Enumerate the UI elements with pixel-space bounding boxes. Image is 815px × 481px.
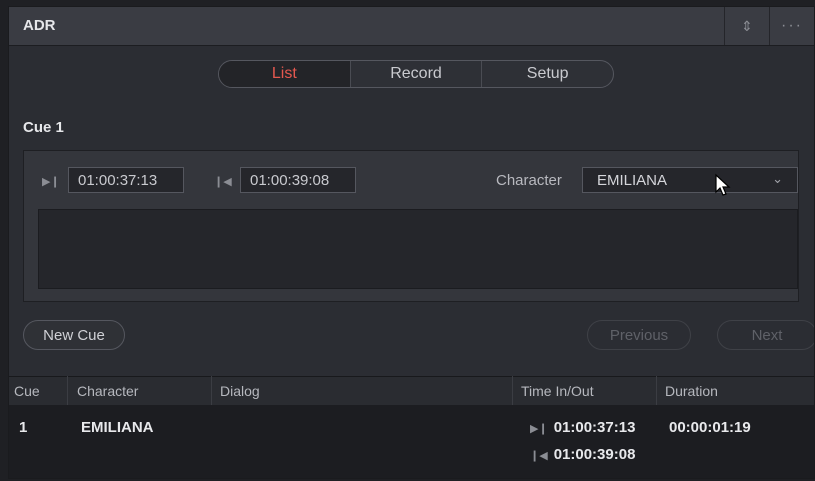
row-time-in-value: 01:00:37:13 bbox=[553, 419, 636, 436]
row-cue-number: 1 bbox=[19, 419, 28, 436]
row-time-out-value: 01:00:39:08 bbox=[553, 446, 636, 463]
mark-in-icon: ▶❙ bbox=[42, 176, 60, 188]
column-header-dialog[interactable]: Dialog bbox=[220, 383, 260, 399]
cue-table: Cue Character Dialog Time In/Out Duratio… bbox=[9, 376, 814, 478]
table-row[interactable]: 1 EMILIANA ▶❙ 01:00:37:13 ❙◀ 01:00:39:08 0… bbox=[9, 405, 814, 478]
row-time-in: ▶❙ 01:00:37:13 bbox=[530, 419, 635, 436]
cue-editor: ▶❙ 01:00:37:13 ❙◀ 01:00:39:08 Character … bbox=[23, 150, 799, 302]
column-header-character[interactable]: Character bbox=[77, 383, 138, 399]
new-cue-button[interactable]: New Cue bbox=[23, 320, 125, 350]
column-header-duration[interactable]: Duration bbox=[665, 383, 718, 399]
previous-button[interactable]: Previous bbox=[587, 320, 691, 350]
mode-tabs: List Record Setup bbox=[218, 60, 614, 88]
sort-button[interactable]: ⇕ bbox=[724, 7, 769, 45]
next-button[interactable]: Next bbox=[717, 320, 814, 350]
row-character: EMILIANA bbox=[81, 419, 154, 436]
adr-panel: ADR ⇕ ··· List Record Setup Cue 1 ▶❙ 01:… bbox=[8, 6, 815, 479]
column-header-time[interactable]: Time In/Out bbox=[521, 383, 594, 399]
ellipsis-icon: ··· bbox=[781, 17, 803, 34]
time-out-field[interactable]: 01:00:39:08 bbox=[240, 167, 356, 193]
tab-record[interactable]: Record bbox=[349, 61, 482, 87]
mark-out-icon: ❙◀ bbox=[214, 176, 232, 188]
time-in-field[interactable]: 01:00:37:13 bbox=[68, 167, 184, 193]
dialog-textarea[interactable] bbox=[38, 209, 798, 289]
chevron-down-icon: ⌄ bbox=[772, 171, 783, 186]
mark-out-icon: ❙◀ bbox=[530, 450, 548, 462]
mouse-cursor-icon bbox=[715, 173, 731, 196]
table-header: Cue Character Dialog Time In/Out Duratio… bbox=[9, 376, 814, 406]
up-down-arrows-icon: ⇕ bbox=[741, 17, 753, 34]
mark-in-icon: ▶❙ bbox=[530, 423, 548, 435]
more-options-button[interactable]: ··· bbox=[769, 7, 814, 45]
tab-setup[interactable]: Setup bbox=[481, 61, 613, 87]
panel-header: ADR ⇕ ··· bbox=[9, 7, 814, 46]
cue-heading: Cue 1 bbox=[23, 119, 64, 136]
character-select[interactable]: EMILIANA ⌄ bbox=[582, 167, 798, 196]
panel-title: ADR bbox=[23, 17, 56, 34]
column-header-cue[interactable]: Cue bbox=[14, 383, 40, 399]
row-duration: 00:00:01:19 bbox=[669, 419, 751, 436]
character-label: Character bbox=[496, 172, 562, 189]
row-time-out: ❙◀ 01:00:39:08 bbox=[530, 446, 635, 463]
character-select-value: EMILIANA bbox=[597, 172, 668, 189]
tab-list[interactable]: List bbox=[219, 61, 350, 87]
